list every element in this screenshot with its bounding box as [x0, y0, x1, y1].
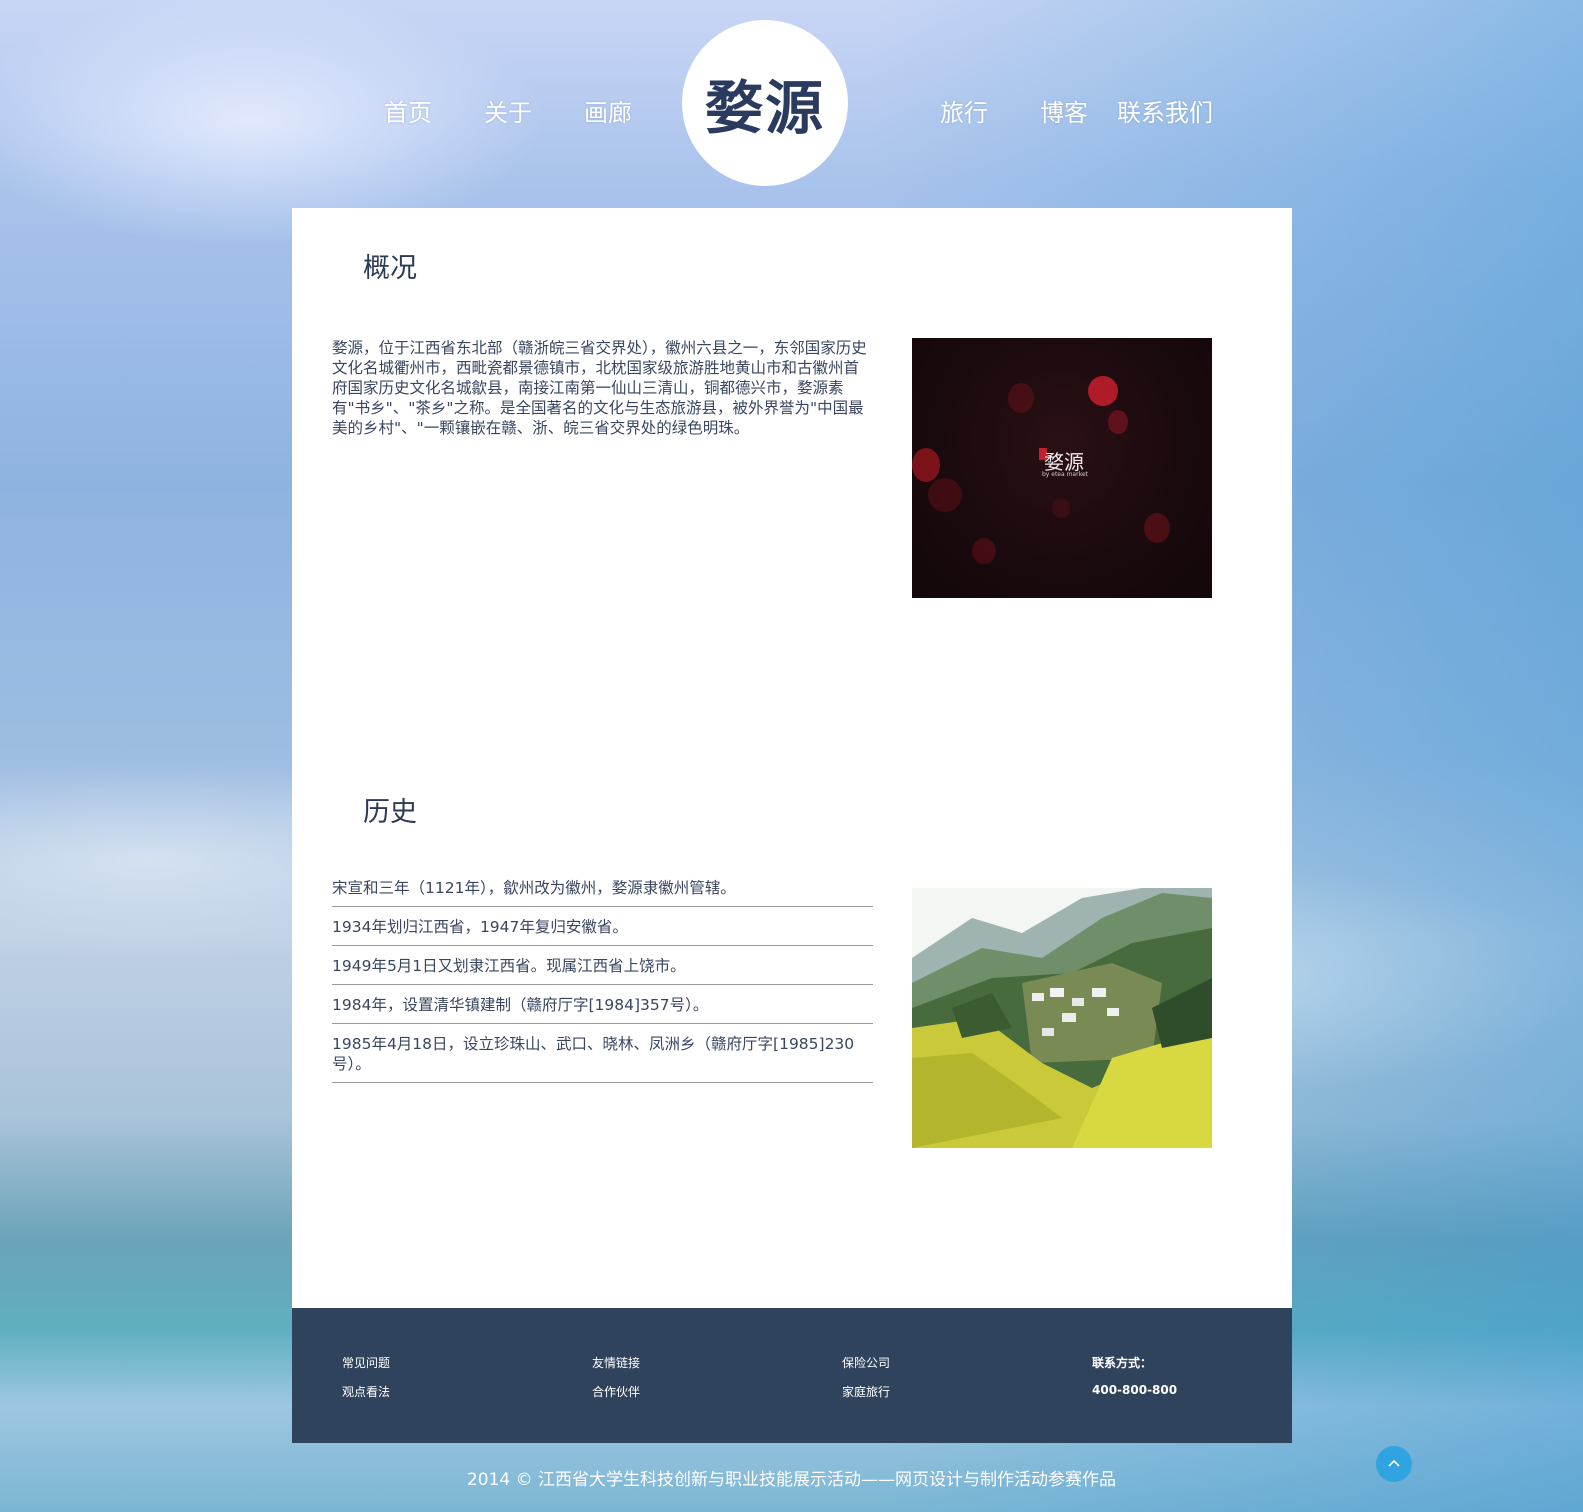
main-content: 概况 婺源，位于江西省东北部（赣浙皖三省交界处），徽州六县之一，东邻国家历史文化…	[292, 208, 1292, 1308]
history-item: 1984年，设置清华镇建制（赣府厅字[1984]357号）。	[332, 985, 873, 1024]
nav-home-link[interactable]: 首页	[384, 95, 432, 131]
logo-text: 婺源	[704, 74, 825, 142]
footer-faq-link[interactable]: 常见问题	[342, 1354, 390, 1371]
footer-friend-links-link[interactable]: 友情链接	[592, 1354, 640, 1371]
footer-opinions-link[interactable]: 观点看法	[342, 1383, 390, 1400]
history-item: 宋宣和三年（1121年），歙州改为徽州，婺源隶徽州管辖。	[332, 878, 873, 907]
nav-travel-link[interactable]: 旅行	[940, 95, 988, 131]
nav-contact-link[interactable]: 联系我们	[1117, 95, 1213, 131]
history-list: 宋宣和三年（1121年），歙州改为徽州，婺源隶徽州管辖。 1934年划归江西省，…	[332, 878, 873, 1083]
footer-contact-label: 联系方式：	[1092, 1356, 1153, 1370]
overview-text: 婺源，位于江西省东北部（赣浙皖三省交界处），徽州六县之一，东邻国家历史文化名城衢…	[332, 339, 867, 437]
history-title: 历史	[363, 797, 417, 828]
overview-image: 婺源 by etea market	[912, 338, 1212, 598]
history-item: 1949年5月1日又划隶江西省。现属江西省上饶市。	[332, 946, 873, 985]
overview-title: 概况	[363, 253, 417, 284]
landscape-illustration	[912, 888, 1212, 1148]
footer-family-travel-link[interactable]: 家庭旅行	[842, 1383, 890, 1400]
footer-partners-link[interactable]: 合作伙伴	[592, 1383, 640, 1400]
site-logo[interactable]: 婺源	[682, 20, 848, 186]
back-to-top-button[interactable]	[1376, 1446, 1412, 1482]
footer-insurance-link[interactable]: 保险公司	[842, 1354, 890, 1371]
footer-contact-phone: 400-800-800	[1092, 1383, 1178, 1397]
nav-about-link[interactable]: 关于	[484, 95, 532, 131]
nav-blog-link[interactable]: 博客	[1040, 95, 1088, 131]
chevron-up-icon	[1388, 1459, 1400, 1467]
nav-gallery-link[interactable]: 画廊	[584, 95, 632, 131]
history-landscape-image	[912, 888, 1212, 1148]
site-footer: 常见问题 观点看法 友情链接 合作伙伴 保险公司 家庭旅行 联系方式： 400-…	[292, 1308, 1292, 1443]
history-item: 1985年4月18日，设立珍珠山、武口、晓林、凤洲乡（赣府厅字[1985]230…	[332, 1024, 873, 1083]
copyright-text: 2014 © 江西省大学生科技创新与职业技能展示活动——网页设计与制作活动参赛作…	[466, 1470, 1117, 1490]
history-item: 1934年划归江西省，1947年复归安徽省。	[332, 907, 873, 946]
image-subcaption: by etea market	[1042, 471, 1088, 478]
